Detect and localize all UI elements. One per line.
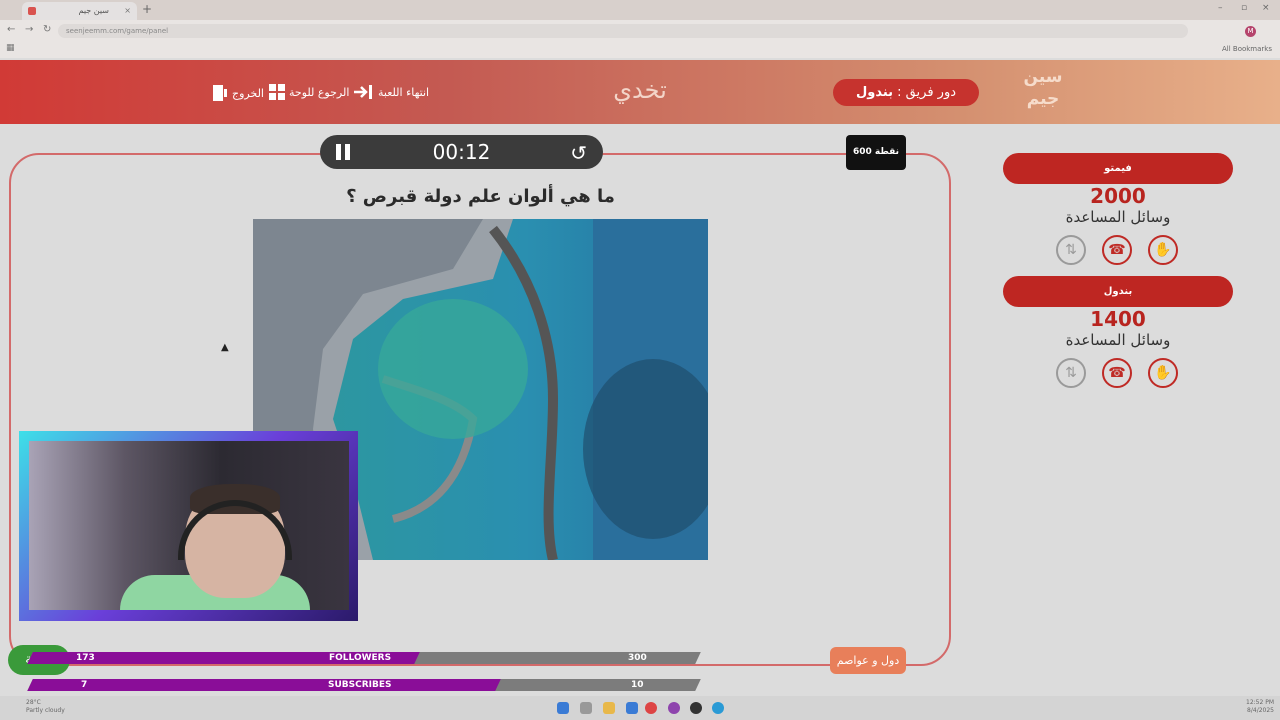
edge-icon[interactable] <box>712 702 724 714</box>
close-window-button[interactable]: × <box>1262 3 1270 13</box>
forward-icon[interactable]: → <box>25 24 33 35</box>
clock-time: 12:52 PM <box>1246 699 1274 706</box>
team-1-aids-label: وسائل المساعدة <box>1065 208 1171 226</box>
team-2-score: 1400 <box>1090 307 1146 331</box>
browser-tab[interactable]: سين جيم × <box>22 2 137 20</box>
bookmarks-bar <box>0 42 1280 58</box>
chrome-icon[interactable] <box>645 702 657 714</box>
maximize-button[interactable]: ▫ <box>1241 3 1247 13</box>
store-icon[interactable] <box>626 702 638 714</box>
back-icon[interactable]: ← <box>7 24 15 35</box>
timer-bar: 00:12 ↺ <box>320 135 603 169</box>
minimize-button[interactable]: – <box>1218 3 1223 13</box>
tab-close-icon[interactable]: × <box>124 2 131 20</box>
end-game-label: انتهاء اللعبة <box>378 85 430 99</box>
obs-icon[interactable] <box>668 702 680 714</box>
profile-avatar[interactable]: M <box>1245 26 1256 37</box>
team-turn-badge: دور فريق : بندول <box>833 79 979 106</box>
system-clock[interactable]: 12:52 PM 8/4/2025 <box>1246 699 1274 715</box>
site-favicon-icon <box>28 7 36 15</box>
app-icon[interactable] <box>690 702 702 714</box>
mouse-cursor-icon: ▲ <box>221 342 229 353</box>
exit-arrow-icon <box>354 85 372 99</box>
logo-line-1: سين <box>1023 67 1063 87</box>
windows-taskbar <box>0 696 1280 720</box>
points-badge: 600 نقطة <box>846 135 906 170</box>
subscribes-fill <box>27 679 501 691</box>
reset-timer-icon[interactable]: ↺ <box>570 141 587 165</box>
subscribes-label: SUBSCRIBES <box>328 680 392 690</box>
team-2-double-icon[interactable]: ⇅ <box>1056 358 1086 388</box>
timer-display: 00:12 <box>432 140 491 164</box>
end-game-button[interactable]: انتهاء اللعبة <box>352 84 429 100</box>
followers-goal: 300 <box>628 653 647 663</box>
game-title: تخدي <box>613 76 667 104</box>
team-2-aids-label: وسائل المساعدة <box>1065 331 1171 349</box>
team-1-hand-icon[interactable]: ✋ <box>1148 235 1178 265</box>
tab-title: سين جيم <box>78 6 109 15</box>
team-1-score: 2000 <box>1090 184 1146 208</box>
weather-widget[interactable]: 28°C Partly cloudy <box>26 699 65 715</box>
apps-grid-icon[interactable]: ▦ <box>6 43 15 53</box>
weather-desc: Partly cloudy <box>26 707 65 714</box>
subscribes-goal: 10 <box>631 680 644 690</box>
category-button[interactable]: دول و عواصم <box>830 647 906 674</box>
start-icon[interactable] <box>557 702 569 714</box>
subscribes-current: 7 <box>81 680 88 690</box>
file-explorer-icon[interactable] <box>603 702 615 714</box>
reload-icon[interactable]: ↻ <box>43 24 51 35</box>
team-1-phone-icon[interactable]: ☎ <box>1102 235 1132 265</box>
back-to-board-label: الرجوع للوحة <box>289 85 350 99</box>
door-icon <box>213 85 227 101</box>
weather-temp: 28°C <box>26 699 41 706</box>
team-2-hand-icon[interactable]: ✋ <box>1148 358 1178 388</box>
turn-team: بندول <box>855 85 894 100</box>
team-2-name: بندول <box>1003 276 1233 307</box>
new-tab-button[interactable]: + <box>142 2 152 16</box>
exit-button[interactable]: الخروج <box>212 84 264 102</box>
followers-label: FOLLOWERS <box>329 653 392 663</box>
search-icon[interactable] <box>580 702 592 714</box>
exit-label: الخروج <box>232 86 264 100</box>
turn-label: دور فريق : <box>897 85 957 100</box>
logo: سين جيم <box>1015 66 1071 116</box>
back-to-board-button[interactable]: الرجوع للوحة <box>269 84 349 100</box>
browser-tab-bar <box>0 0 1280 20</box>
question-text: ما هي ألوان علم دولة قبرص ؟ <box>346 186 615 207</box>
address-bar[interactable]: seenjeemm.com/game/panel <box>58 24 1188 38</box>
team-2-phone-icon[interactable]: ☎ <box>1102 358 1132 388</box>
team-1-double-icon[interactable]: ⇅ <box>1056 235 1086 265</box>
all-bookmarks[interactable]: All Bookmarks <box>1222 45 1272 53</box>
clock-date: 8/4/2025 <box>1247 707 1274 714</box>
logo-line-2: جيم <box>1026 89 1060 109</box>
followers-current: 173 <box>76 653 95 663</box>
team-1-name: فيمتو <box>1003 153 1233 184</box>
grid-icon <box>269 84 285 100</box>
